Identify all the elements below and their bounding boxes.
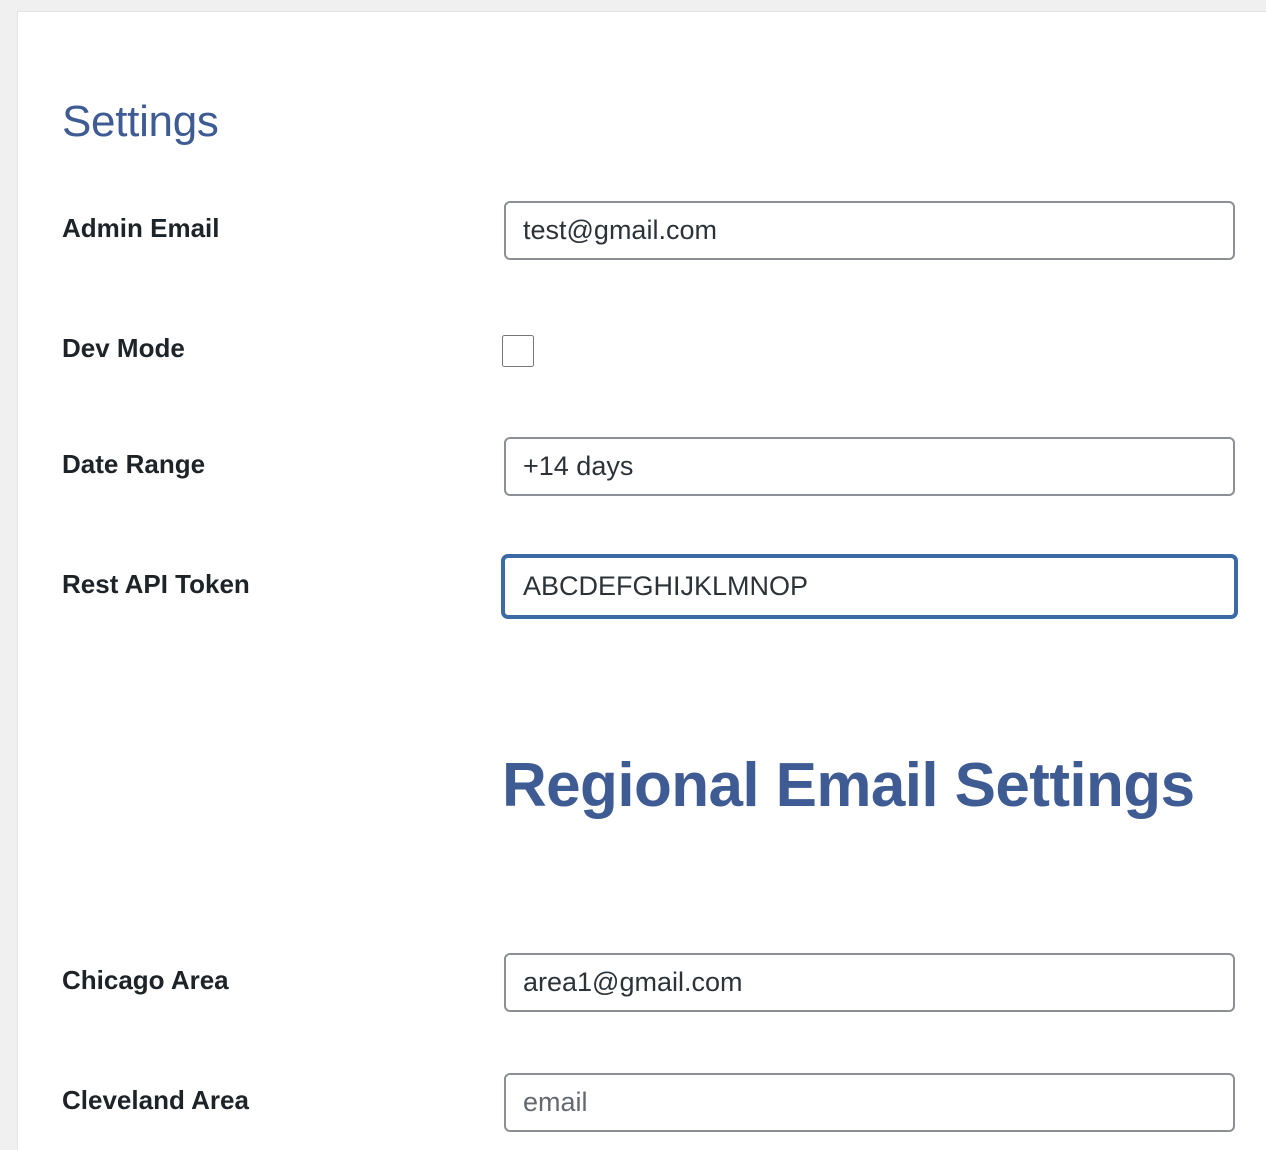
dev-mode-checkbox[interactable] <box>502 335 534 367</box>
admin-email-label: Admin Email <box>62 213 220 243</box>
rest-api-token-field[interactable] <box>502 555 1237 618</box>
cleveland-area-label: Cleveland Area <box>62 1085 249 1115</box>
admin-email-field[interactable] <box>504 201 1235 260</box>
rest-api-token-label: Rest API Token <box>62 569 250 599</box>
dev-mode-label: Dev Mode <box>62 333 185 363</box>
cleveland-area-email-field[interactable] <box>504 1073 1235 1132</box>
date-range-label: Date Range <box>62 449 206 479</box>
page-title: Settings <box>62 97 219 146</box>
regional-email-settings-heading: Regional Email Settings <box>502 751 1195 820</box>
chicago-area-label: Chicago Area <box>62 965 229 995</box>
date-range-field[interactable] <box>504 437 1235 496</box>
chicago-area-email-field[interactable] <box>504 953 1235 1012</box>
